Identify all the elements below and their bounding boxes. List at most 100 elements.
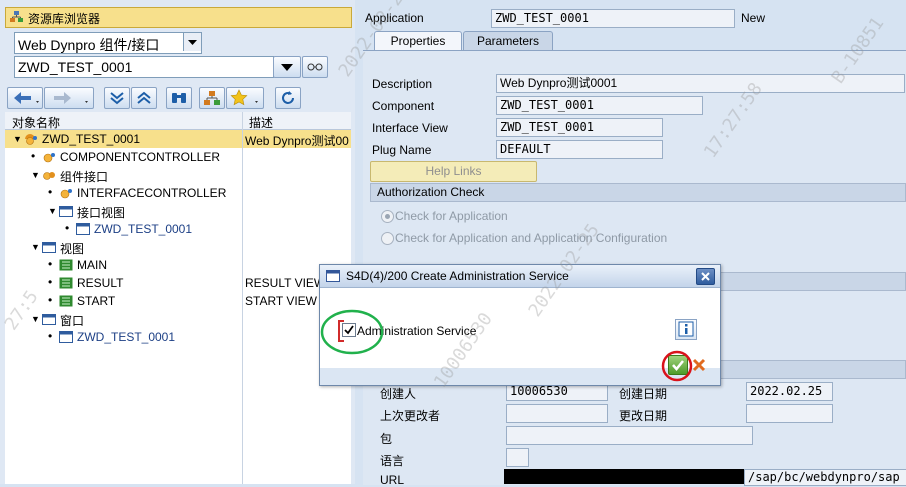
collapse-button[interactable]	[131, 87, 157, 109]
repository-browser-title: 资源库浏览器	[5, 7, 352, 28]
expand-arrow-icon[interactable]: ▼	[48, 206, 57, 216]
component-field[interactable]: ZWD_TEST_0001	[496, 96, 703, 115]
leaf-bullet-icon[interactable]: •	[65, 221, 69, 235]
interface-view-field[interactable]: ZWD_TEST_0001	[496, 118, 663, 137]
administration-service-label: Administration Service	[357, 324, 477, 338]
tree-node[interactable]: ▼ 窗口	[5, 310, 351, 328]
folder-icon	[59, 205, 73, 217]
leaf-bullet-icon[interactable]: •	[31, 149, 35, 163]
interface-view-label: Interface View	[372, 121, 448, 135]
create-administration-service-dialog: S4D(4)/200 Create Administration Service…	[319, 264, 721, 386]
check-application-radio[interactable]	[381, 210, 394, 223]
changed-by-label: 上次更改者	[380, 409, 441, 423]
tab-properties[interactable]: Properties	[374, 31, 462, 50]
chevron-down-icon[interactable]	[183, 33, 201, 51]
status-text: New	[741, 11, 766, 25]
tree-node-label: 接口视图	[77, 206, 126, 220]
tree-node-label: ZWD_TEST_0001	[42, 132, 141, 146]
tree-node[interactable]: • RESULT RESULT VIEW	[5, 274, 351, 292]
dialog-title: S4D(4)/200 Create Administration Service	[346, 269, 569, 283]
arrow-right-icon	[54, 92, 88, 104]
info-button[interactable]	[675, 319, 697, 340]
leaf-bullet-icon[interactable]: •	[48, 329, 52, 343]
chevron-down-icon	[281, 64, 293, 71]
forward-button[interactable]	[44, 87, 94, 109]
language-label: 语言	[380, 454, 405, 468]
check-application-label: Check for Application	[395, 209, 508, 223]
dialog-title-bar: S4D(4)/200 Create Administration Service	[320, 265, 720, 288]
tab-parameters[interactable]: Parameters	[463, 31, 553, 50]
tree-node[interactable]: • MAIN	[5, 256, 351, 274]
collapse-up-icon	[137, 91, 151, 104]
leaf-bullet-icon[interactable]: •	[48, 257, 52, 271]
tree-node[interactable]: ▼ ZWD_TEST_0001 Web Dynpro测试00	[5, 130, 351, 148]
created-on-field: 2022.02.25	[746, 382, 833, 401]
tree-node-label: COMPONENTCONTROLLER	[60, 150, 221, 164]
column-header-name: 对象名称	[12, 116, 61, 130]
check-application-config-radio[interactable]	[381, 232, 394, 245]
object-name-dropdown-button[interactable]	[273, 56, 301, 78]
find-button[interactable]	[166, 87, 192, 109]
component-icon	[24, 133, 37, 145]
dialog-close-button[interactable]	[696, 268, 715, 285]
tree-node[interactable]: ▼ 组件接口	[5, 166, 351, 184]
confirm-button[interactable]	[668, 355, 688, 375]
tree-node-label: 视图	[60, 242, 85, 256]
tree-node[interactable]: • INTERFACECONTROLLER	[5, 184, 351, 202]
expand-arrow-icon[interactable]: ▼	[31, 314, 40, 324]
tree-node-description: Web Dynpro测试00	[245, 134, 349, 148]
hierarchy-button[interactable]	[199, 87, 225, 109]
package-label: 包	[380, 432, 393, 446]
component-label: Component	[372, 99, 435, 113]
application-label: Application	[365, 11, 424, 25]
tree-node[interactable]: • COMPONENTCONTROLLER	[5, 148, 351, 166]
help-links-button[interactable]: Help Links	[370, 161, 537, 182]
plug-name-label: Plug Name	[372, 143, 432, 157]
info-icon	[678, 321, 694, 337]
back-button[interactable]	[7, 87, 43, 109]
expand-arrow-icon[interactable]: ▼	[31, 170, 40, 180]
description-field[interactable]: Web Dynpro测试0001	[496, 74, 905, 93]
checkmark-icon	[672, 360, 684, 371]
object-type-select[interactable]: Web Dynpro 组件/接口	[14, 32, 202, 54]
plug-name-field[interactable]: DEFAULT	[496, 140, 663, 159]
tree-node-label: MAIN	[77, 258, 107, 272]
repository-browser-pane: 资源库浏览器 Web Dynpro 组件/接口 ZWD_TEST_0001 对象…	[0, 0, 355, 484]
object-name-input[interactable]: ZWD_TEST_0001	[14, 56, 274, 78]
expand-arrow-icon[interactable]: ▼	[31, 242, 40, 252]
expand-arrow-icon[interactable]: ▼	[13, 134, 22, 144]
language-field[interactable]	[506, 448, 529, 467]
tree-node-label: INTERFACECONTROLLER	[77, 186, 227, 200]
tree-node-label: ZWD_TEST_0001	[94, 222, 193, 236]
window-icon	[76, 223, 90, 235]
tree-node[interactable]: ▼ 视图	[5, 238, 351, 256]
interface-icon	[42, 169, 55, 181]
authorization-check-header: Authorization Check	[370, 183, 906, 202]
tree-node[interactable]: ▼ 接口视图	[5, 202, 351, 220]
expand-button[interactable]	[104, 87, 130, 109]
window-icon	[326, 270, 340, 282]
refresh-button[interactable]	[275, 87, 301, 109]
controller-icon	[42, 151, 55, 163]
leaf-bullet-icon[interactable]: •	[48, 275, 52, 289]
url-label: URL	[380, 473, 405, 487]
tree-node[interactable]: • START START VIEW	[5, 292, 351, 310]
favorites-button[interactable]	[226, 87, 264, 109]
tree-header: 对象名称 描述	[5, 112, 351, 130]
cancel-button[interactable]	[691, 357, 707, 373]
leaf-bullet-icon[interactable]: •	[48, 293, 52, 307]
object-tree: ▼ ZWD_TEST_0001 Web Dynpro测试00 • COMPONENTCO…	[5, 130, 351, 484]
view-icon	[59, 259, 73, 271]
repository-browser-label: 资源库浏览器	[28, 12, 101, 26]
administration-service-checkbox[interactable]	[342, 323, 356, 337]
package-field[interactable]	[506, 426, 753, 445]
display-button[interactable]	[302, 56, 328, 78]
tree-node[interactable]: • ZWD_TEST_0001	[5, 328, 351, 346]
leaf-bullet-icon[interactable]: •	[48, 185, 52, 199]
tree-node[interactable]: • ZWD_TEST_0001	[5, 220, 351, 238]
application-name-field: ZWD_TEST_0001	[491, 9, 735, 28]
hierarchy-icon	[204, 91, 220, 105]
check-application-config-label: Check for Application and Application Co…	[395, 231, 668, 245]
folder-icon	[42, 313, 56, 325]
tree-node-label: ZWD_TEST_0001	[77, 330, 176, 344]
